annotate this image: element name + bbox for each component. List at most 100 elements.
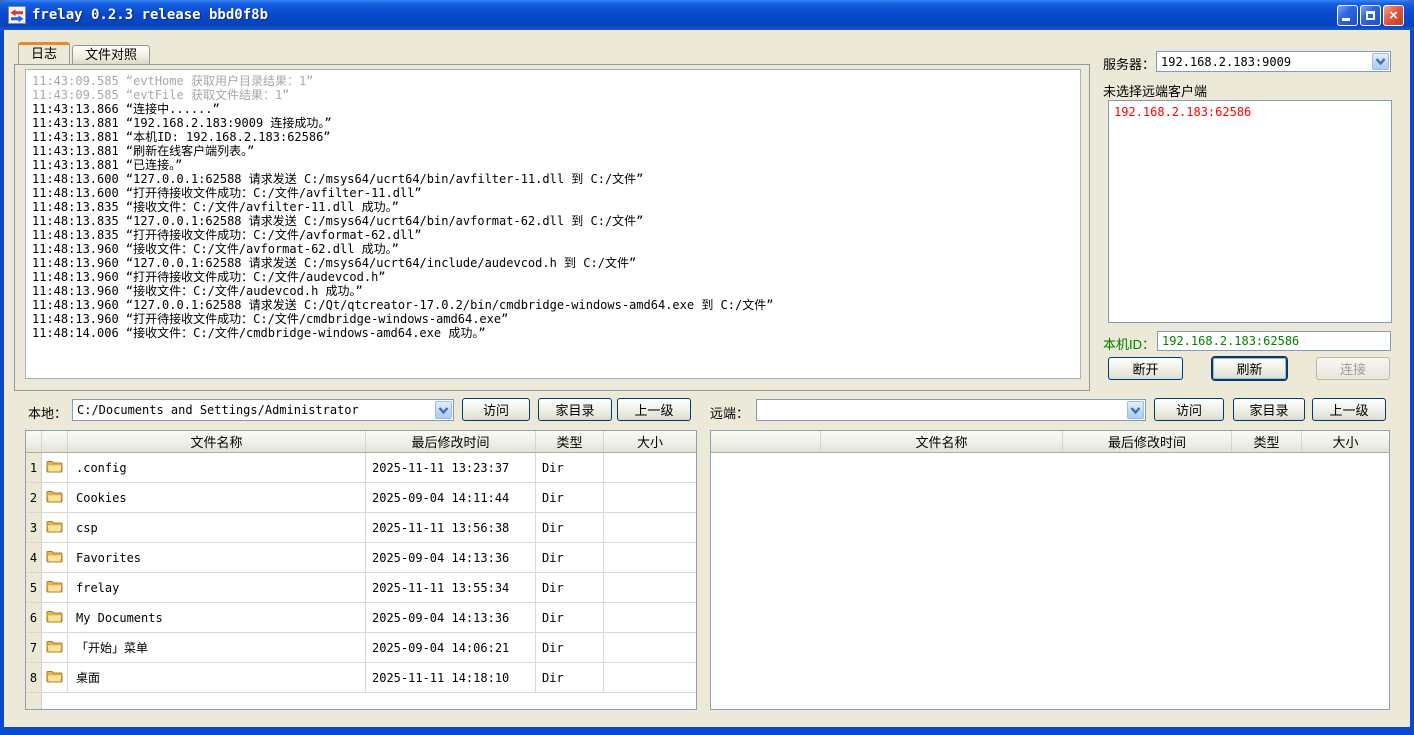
close-icon: × [1389, 8, 1398, 23]
header-file-name[interactable]: 文件名称 [821, 431, 1063, 452]
server-combobox-value: 192.168.2.183:9009 [1157, 55, 1371, 69]
log-line: 11:48:13.600 “打开待接收文件成功：C:/文件/avfilter-1… [32, 186, 1074, 200]
file-size [604, 633, 696, 662]
file-name: Favorites [68, 543, 366, 572]
header-icon [42, 431, 68, 452]
file-row[interactable]: 8桌面2025-11-11 14:18:10Dir [26, 663, 696, 693]
modified-time: 2025-09-04 14:13:36 [366, 543, 536, 572]
local-path-dropdown-arrow-icon[interactable] [435, 401, 452, 419]
modified-time: 2025-09-04 14:11:44 [366, 483, 536, 512]
log-line: 11:48:13.960 “接收文件：C:/文件/avformat-62.dll… [32, 242, 1074, 256]
file-name: Cookies [68, 483, 366, 512]
file-size [604, 513, 696, 542]
folder-icon [46, 549, 63, 566]
file-row[interactable]: 1.config2025-11-11 13:23:37Dir [26, 453, 696, 483]
file-type: Dir [536, 573, 604, 602]
folder-icon-cell [42, 663, 68, 692]
local-path-value: C:/Documents and Settings/Administrator [73, 403, 434, 417]
file-type: Dir [536, 483, 604, 512]
connect-button[interactable]: 连接 [1316, 357, 1390, 380]
remote-path-dropdown-arrow-icon[interactable] [1127, 401, 1144, 419]
file-row[interactable]: 4Favorites2025-09-04 14:13:36Dir [26, 543, 696, 573]
log-tab-page: 11:43:09.585 “evtHome 获取用户目录结果：1”11:43:0… [14, 64, 1090, 391]
file-row[interactable]: 5frelay2025-11-11 13:55:34Dir [26, 573, 696, 603]
remote-home-button[interactable]: 家目录 [1233, 398, 1305, 421]
file-row[interactable]: 6My Documents2025-09-04 14:13:36Dir [26, 603, 696, 633]
maximize-button[interactable] [1360, 5, 1381, 26]
remote-file-table-body [711, 453, 1389, 709]
close-button[interactable]: × [1383, 5, 1404, 26]
header-type[interactable]: 类型 [536, 431, 604, 452]
local-id-label: 本机ID： [1103, 334, 1155, 353]
folder-icon [46, 489, 63, 506]
file-name: .config [68, 453, 366, 482]
minimize-button[interactable] [1337, 5, 1358, 26]
log-line: 11:48:13.960 “127.0.0.1:62588 请求发送 C:/Qt… [32, 298, 1074, 312]
title-bar: frelay 0.2.3 release bbd0f8b × [0, 0, 1414, 30]
row-number: 2 [26, 483, 42, 512]
header-modified-time[interactable]: 最后修改时间 [1063, 431, 1232, 452]
main-tab-widget: 日志 文件对照 11:43:09.585 “evtHome 获取用户目录结果：1… [14, 42, 1090, 391]
file-row[interactable]: 7「开始」菜单2025-09-04 14:06:21Dir [26, 633, 696, 663]
modified-time: 2025-09-04 14:13:36 [366, 603, 536, 632]
app-relay-icon [8, 6, 26, 24]
header-type[interactable]: 类型 [1232, 431, 1302, 452]
remote-file-table: 文件名称 最后修改时间 类型 大小 [710, 430, 1390, 710]
modified-time: 2025-09-04 14:06:21 [366, 633, 536, 662]
log-line: 11:43:09.585 “evtHome 获取用户目录结果：1” [32, 74, 1074, 88]
modified-time: 2025-11-11 14:18:10 [366, 663, 536, 692]
remote-visit-button[interactable]: 访问 [1154, 398, 1224, 421]
modified-time: 2025-11-11 13:56:38 [366, 513, 536, 542]
header-file-name[interactable]: 文件名称 [68, 431, 366, 452]
local-up-button[interactable]: 上一级 [617, 398, 691, 421]
log-output[interactable]: 11:43:09.585 “evtHome 获取用户目录结果：1”11:43:0… [25, 69, 1081, 379]
refresh-button[interactable]: 刷新 [1212, 357, 1287, 380]
local-path-combobox[interactable]: C:/Documents and Settings/Administrator [72, 399, 454, 421]
app-window: frelay 0.2.3 release bbd0f8b × 日志 文件对照 1… [0, 0, 1414, 735]
row-number: 4 [26, 543, 42, 572]
modified-time: 2025-11-11 13:23:37 [366, 453, 536, 482]
log-line: 11:43:13.881 “已连接。” [32, 158, 1074, 172]
local-id-field[interactable]: 192.168.2.183:62586 [1157, 331, 1391, 351]
local-home-button[interactable]: 家目录 [538, 398, 612, 421]
file-name: 「开始」菜单 [68, 633, 366, 662]
local-visit-button[interactable]: 访问 [462, 398, 530, 421]
row-number: 8 [26, 663, 42, 692]
window-title: frelay 0.2.3 release bbd0f8b [32, 7, 268, 23]
tab-file-compare[interactable]: 文件对照 [72, 45, 150, 64]
file-row[interactable]: 2 Cookies2025-09-04 14:11:44Dir [26, 483, 696, 513]
local-file-table-body: 1.config2025-11-11 13:23:37Dir2Cookies20… [26, 453, 696, 709]
log-line: 11:48:13.835 “打开待接收文件成功：C:/文件/avformat-6… [32, 228, 1074, 242]
disconnect-button[interactable]: 断开 [1108, 357, 1183, 380]
header-size[interactable]: 大小 [604, 431, 696, 452]
minimize-icon [1342, 18, 1350, 21]
header-modified-time[interactable]: 最后修改时间 [366, 431, 536, 452]
row-number: 5 [26, 573, 42, 602]
file-name: My Documents [68, 603, 366, 632]
client-list-item[interactable]: 192.168.2.183:62586 [1114, 104, 1386, 120]
remote-up-button[interactable]: 上一级 [1312, 398, 1386, 421]
file-row[interactable]: 3csp2025-11-11 13:56:38Dir [26, 513, 696, 543]
log-line: 11:48:13.960 “打开待接收文件成功：C:/文件/audevcod.h… [32, 270, 1074, 284]
file-type: Dir [536, 603, 604, 632]
remote-path-label: 远端： [710, 403, 749, 422]
row-number: 3 [26, 513, 42, 542]
client-list[interactable]: 192.168.2.183:62586 [1108, 100, 1392, 323]
modified-time: 2025-11-11 13:55:34 [366, 573, 536, 602]
log-line: 11:48:13.960 “打开待接收文件成功：C:/文件/cmdbridge-… [32, 312, 1074, 326]
header-size[interactable]: 大小 [1302, 431, 1389, 452]
file-name: csp [68, 513, 366, 542]
folder-icon [46, 459, 63, 476]
server-dropdown-arrow-icon[interactable] [1372, 53, 1389, 70]
tab-bar: 日志 文件对照 [18, 42, 152, 64]
log-line: 11:48:13.600 “127.0.0.1:62588 请求发送 C:/ms… [32, 172, 1074, 186]
tab-log[interactable]: 日志 [18, 42, 70, 64]
header-lead [711, 431, 821, 452]
server-combobox[interactable]: 192.168.2.183:9009 [1156, 51, 1391, 72]
remote-path-combobox[interactable] [756, 399, 1146, 421]
log-line: 11:48:13.835 “接收文件：C:/文件/avfilter-11.dll… [32, 200, 1074, 214]
folder-icon-cell [42, 453, 68, 482]
file-type: Dir [536, 633, 604, 662]
log-line: 11:48:13.960 “接收文件：C:/文件/audevcod.h 成功。” [32, 284, 1074, 298]
file-type: Dir [536, 663, 604, 692]
